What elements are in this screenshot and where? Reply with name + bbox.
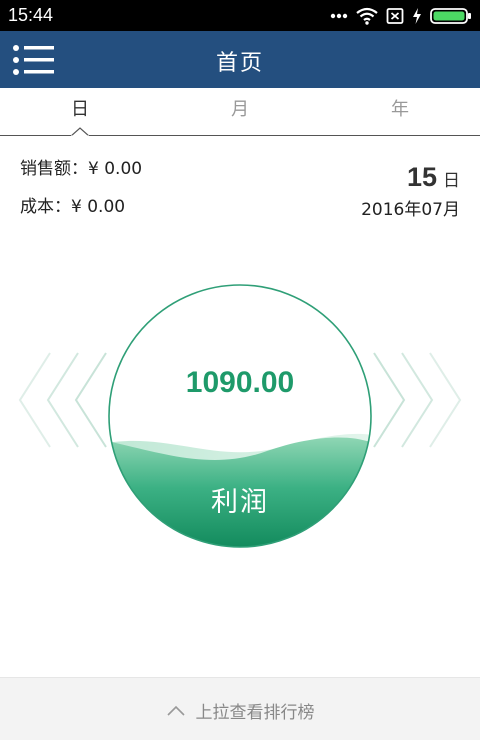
tab-year[interactable]: 年 [320, 88, 480, 134]
date-day: 15 [406, 162, 437, 192]
date-month[interactable]: 2016年07月 [361, 195, 460, 220]
pull-up-text: 上拉查看排行榜 [195, 703, 315, 723]
chevron-left-icon[interactable] [16, 345, 116, 455]
wifi-icon [356, 7, 378, 25]
profit-value: 1090.00 [185, 366, 295, 399]
cost-label: 成本： [20, 197, 71, 217]
charging-icon [413, 8, 421, 24]
pull-up-ranking-bar[interactable]: 上拉查看排行榜 [0, 677, 480, 740]
status-icons [330, 4, 472, 28]
date-day-wrap[interactable]: 15 日 [407, 162, 460, 193]
summary-figures: 销售额：¥ 0.00 成本：¥ 0.00 [20, 158, 142, 234]
sales-label: 销售额： [20, 159, 88, 179]
profit-label: 利润 [211, 487, 269, 518]
date-day-unit: 日 [443, 171, 460, 191]
more-dots-icon [330, 13, 348, 19]
status-bar: 15:44 [0, 0, 480, 31]
tab-indicator-caret [71, 127, 89, 137]
cost-row: 成本：¥ 0.00 [20, 196, 142, 234]
page-title: 首页 [215, 51, 264, 76]
app-header: 首页 [0, 31, 480, 88]
chevron-up-icon [166, 705, 185, 716]
sales-row: 销售额：¥ 0.00 [20, 158, 142, 196]
chevron-right-icon[interactable] [364, 345, 464, 455]
tab-month[interactable]: 月 [160, 88, 320, 134]
sim-off-icon [386, 8, 404, 24]
status-time: 15:44 [8, 5, 54, 25]
cost-value: ¥ 0.00 [71, 197, 126, 217]
sales-value: ¥ 0.00 [88, 159, 143, 179]
pull-up-hint: 上拉查看排行榜 [0, 698, 480, 723]
battery-icon [430, 8, 471, 24]
